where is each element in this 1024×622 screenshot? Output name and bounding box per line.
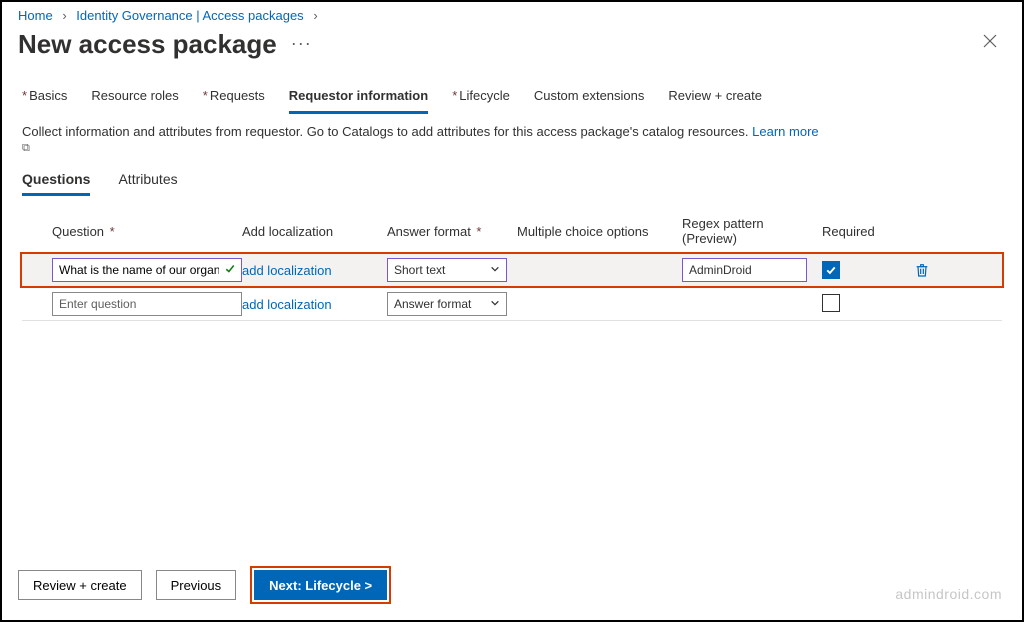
description-text: Collect information and attributes from … xyxy=(2,114,1022,161)
more-menu-button[interactable]: ··· xyxy=(291,33,312,54)
external-link-icon: ⧉ xyxy=(22,142,30,154)
table-row: add localization Short text AdminDroid xyxy=(20,252,1004,288)
tab-lifecycle[interactable]: *Lifecycle xyxy=(452,88,510,114)
table-header-row: Question * Add localization Answer forma… xyxy=(22,210,1002,252)
previous-button[interactable]: Previous xyxy=(156,570,237,600)
wizard-tabs: *Basics Resource roles *Requests Request… xyxy=(2,70,1022,114)
add-localization-link[interactable]: add localization xyxy=(242,297,332,312)
next-lifecycle-button[interactable]: Next: Lifecycle > xyxy=(254,570,387,600)
review-create-button[interactable]: Review + create xyxy=(18,570,142,600)
subtab-questions[interactable]: Questions xyxy=(22,171,90,196)
breadcrumb-identity-governance[interactable]: Identity Governance | Access packages xyxy=(76,8,303,23)
page-title: New access package xyxy=(18,29,277,60)
sub-tabs: Questions Attributes xyxy=(2,161,1022,196)
answer-format-select[interactable]: Answer format xyxy=(387,292,507,316)
tab-requests[interactable]: *Requests xyxy=(203,88,265,114)
header-answer-format: Answer format * xyxy=(387,224,517,239)
breadcrumb-home[interactable]: Home xyxy=(18,8,53,23)
header-question: Question * xyxy=(52,224,242,239)
tab-requestor-information[interactable]: Requestor information xyxy=(289,88,428,114)
question-input[interactable] xyxy=(52,292,242,316)
header-regex: Regex pattern (Preview) xyxy=(682,216,822,246)
tab-basics[interactable]: *Basics xyxy=(22,88,67,114)
answer-format-select[interactable]: Short text xyxy=(387,258,507,282)
delete-row-button[interactable] xyxy=(892,262,952,278)
required-checkbox[interactable] xyxy=(822,261,840,279)
tab-resource-roles[interactable]: Resource roles xyxy=(91,88,178,114)
header-add-localization: Add localization xyxy=(242,224,387,239)
chevron-right-icon: › xyxy=(313,8,317,23)
table-row: add localization Answer format xyxy=(22,288,1002,321)
question-input[interactable] xyxy=(52,258,242,282)
chevron-down-icon xyxy=(490,297,500,311)
add-localization-link[interactable]: add localization xyxy=(242,263,332,278)
learn-more-link[interactable]: Learn more xyxy=(752,124,818,139)
chevron-down-icon xyxy=(490,263,500,277)
required-checkbox[interactable] xyxy=(822,294,840,312)
subtab-attributes[interactable]: Attributes xyxy=(118,171,177,196)
breadcrumb: Home › Identity Governance | Access pack… xyxy=(2,2,1022,27)
tab-custom-extensions[interactable]: Custom extensions xyxy=(534,88,645,114)
watermark: admindroid.com xyxy=(895,586,1002,602)
tab-review-create[interactable]: Review + create xyxy=(668,88,762,114)
chevron-right-icon: › xyxy=(62,8,66,23)
regex-input[interactable]: AdminDroid xyxy=(682,258,807,282)
close-icon[interactable] xyxy=(974,29,1006,58)
questions-table: Question * Add localization Answer forma… xyxy=(2,196,1022,321)
header-multiple-choice: Multiple choice options xyxy=(517,224,682,239)
header-required: Required xyxy=(822,224,892,239)
